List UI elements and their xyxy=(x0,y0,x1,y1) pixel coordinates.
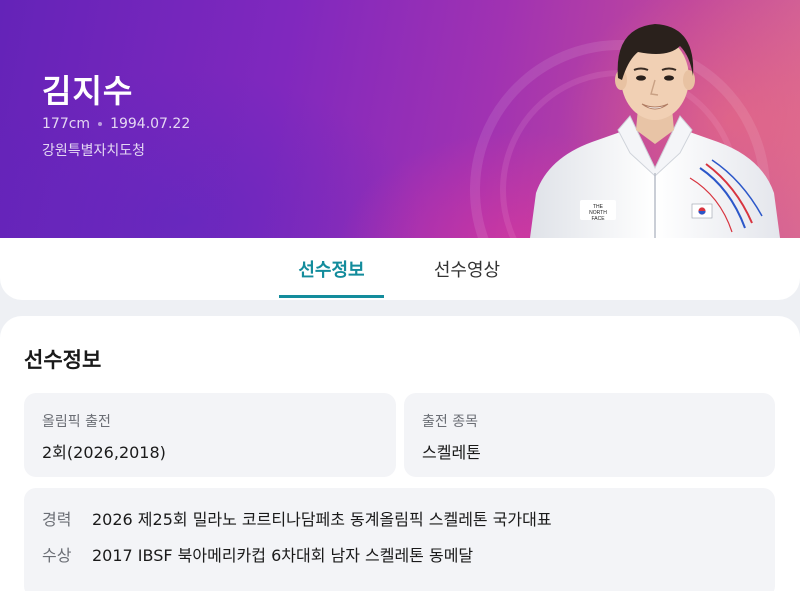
athlete-team: 강원특별자치도청 xyxy=(42,143,146,159)
career-text: 2026 제25회 밀라노 코르티나담페초 동계올림픽 스켈레톤 국가대표 xyxy=(92,510,552,529)
athlete-name: 김지수 xyxy=(42,72,134,110)
award-text: 2017 IBSF 북아메리카컵 6차대회 남자 스켈레톤 동메달 xyxy=(92,546,474,565)
tab-athlete-video[interactable]: 선수영상 xyxy=(414,238,520,300)
tab-bar: 선수정보 선수영상 xyxy=(0,238,800,300)
career-row: 경력 2026 제25회 밀라노 코르티나담페초 동계올림픽 스켈레톤 국가대표 xyxy=(42,506,552,530)
athlete-birthdate: 1994.07.22 xyxy=(110,116,191,132)
event-label: 출전 종목 xyxy=(422,414,478,430)
athlete-hero-banner: 김지수 177cm 1994.07.22 강원특별자치도청 THE NORTH … xyxy=(0,0,800,238)
olympic-appearances-label: 올림픽 출전 xyxy=(42,414,111,430)
olympic-appearances-value: 2회(2026,2018) xyxy=(42,443,166,462)
athlete-meta: 177cm 1994.07.22 xyxy=(42,116,190,132)
svg-text:FACE: FACE xyxy=(591,216,605,222)
separator-dot xyxy=(98,122,103,126)
event-value: 스켈레톤 xyxy=(422,443,481,462)
tab-athlete-info[interactable]: 선수정보 xyxy=(279,238,384,300)
award-row: 수상 2017 IBSF 북아메리카컵 6차대회 남자 스켈레톤 동메달 xyxy=(42,542,473,566)
event-box: 출전 종목 스켈레톤 xyxy=(404,393,775,477)
athlete-height: 177cm xyxy=(42,116,91,132)
active-tab-indicator xyxy=(279,295,384,298)
athlete-portrait: THE NORTH FACE xyxy=(530,24,780,238)
award-key: 수상 xyxy=(42,546,72,565)
section-title: 선수정보 xyxy=(24,348,102,372)
career-key: 경력 xyxy=(42,510,72,529)
career-box: 경력 2026 제25회 밀라노 코르티나담페초 동계올림픽 스켈레톤 국가대표… xyxy=(24,488,775,591)
olympic-appearances-box: 올림픽 출전 2회(2026,2018) xyxy=(24,393,396,477)
